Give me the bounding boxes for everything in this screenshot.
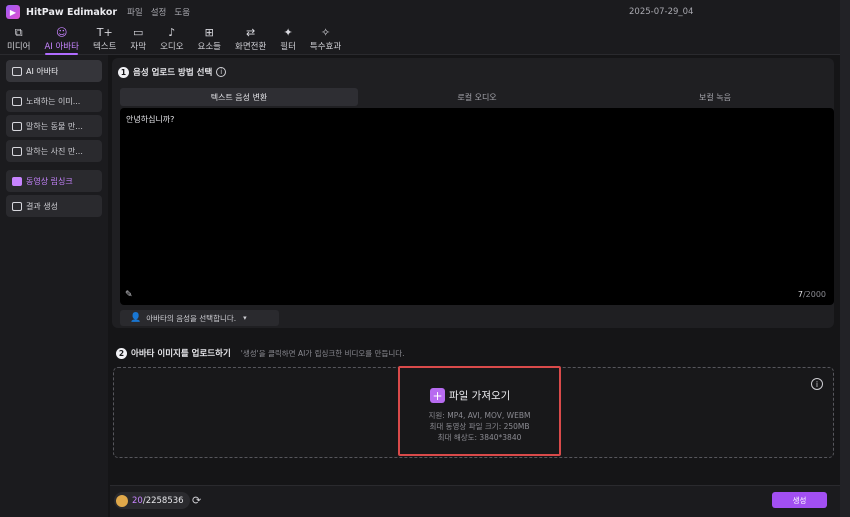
window-edge	[840, 0, 850, 517]
step2-title: 아바타 이미지를 업로드하기	[131, 349, 231, 359]
max-file-size: 최대 동영상 파일 크기: 250MB	[429, 422, 530, 431]
voice-select-label: 아바타의 음성을 선택합니다.	[146, 313, 237, 323]
sidebar-item-icon	[12, 121, 22, 131]
toolbar-tab-label: 특수효과	[309, 42, 342, 52]
sidebar-item-icon	[12, 201, 22, 211]
tab-text-to-speech[interactable]: 텍스트 음성 변환	[120, 88, 358, 106]
toolbar-tab-1[interactable]: ☺ AI 아바타	[37, 24, 85, 55]
subtitle-icon: ▭	[133, 26, 144, 39]
magic-wand-icon[interactable]: ✎	[125, 290, 133, 300]
sidebar-item-label: 결과 생성	[26, 201, 58, 211]
text-icon: T+	[96, 26, 113, 39]
footer-bar: 20 /2258536 ⟳ 생성	[110, 485, 840, 517]
step2-number: 2	[116, 347, 127, 359]
sidebar-item-4[interactable]: 동영상 립싱크	[6, 170, 102, 192]
sidebar-item-2[interactable]: 말하는 동물 만...	[6, 115, 102, 137]
toolbar-tab-label: 자막	[130, 42, 147, 52]
media-icon: ⧉	[14, 26, 23, 39]
toolbar-tab-label: 필터	[280, 42, 296, 52]
step1-number: 1	[118, 66, 129, 78]
tab-local-audio[interactable]: 로컬 오디오	[358, 88, 596, 106]
toolbar-tab-label: 요소들	[197, 42, 221, 52]
sidebar-item-5[interactable]: 결과 생성	[6, 195, 102, 217]
voice-select-dropdown[interactable]: 👤 아바타의 음성을 선택합니다. ▾	[120, 310, 279, 326]
import-file-label: 파일 가져오기	[449, 390, 511, 402]
sidebar-item-icon	[12, 66, 22, 76]
generate-button[interactable]: 생성	[772, 492, 827, 508]
file-dropzone[interactable]: + 파일 가져오기 지원: MP4, AVI, MOV, WEBM 최대 동영상…	[113, 366, 834, 458]
toolbar-tab-8[interactable]: ✧ 특수효과	[303, 24, 348, 55]
voice-method-tabs: 텍스트 음성 변환 로컬 오디오 보컬 녹음	[120, 88, 834, 106]
credits-badge: 20 /2258536	[114, 492, 190, 509]
sidebar-item-icon	[12, 96, 22, 106]
sidebar-item-0[interactable]: AI 아바타	[6, 60, 102, 82]
effects-icon: ✧	[320, 26, 331, 39]
plus-icon: +	[430, 388, 445, 403]
supported-formats: 지원: MP4, AVI, MOV, WEBM	[428, 411, 531, 420]
step1-panel: 1 음성 업로드 방법 선택 i 텍스트 음성 변환 로컬 오디오 보컬 녹음 …	[112, 58, 834, 328]
chevron-down-icon: ▾	[243, 314, 247, 322]
toolbar-tab-6[interactable]: ⇄ 화면전환	[228, 24, 273, 55]
menu-settings[interactable]: 설정	[151, 6, 167, 18]
main-toolbar: ⧉ 미디어 ☺ AI 아바타 T+ 텍스트 ▭ 자막 ♪ 오디오 ⊞ 요소들 ⇄ 화면전환 ✦ 필터 ✧ 특수효과	[0, 24, 840, 55]
toolbar-tab-0[interactable]: ⧉ 미디어	[0, 24, 37, 55]
toolbar-tab-label: 미디어	[7, 42, 31, 52]
sidebar-item-label: 동영상 립싱크	[26, 176, 73, 186]
menu-file[interactable]: 파일	[127, 6, 143, 18]
char-count-max: /2000	[802, 290, 826, 299]
ai-sidebar: AI 아바타노래하는 이미... 말하는 동물 만... 말하는 사진 만... 동영…	[0, 55, 108, 517]
project-name: 2025-07-29_04	[629, 7, 694, 17]
toolbar-tab-label: 텍스트	[92, 42, 117, 52]
sidebar-item-label: 노래하는 이미...	[26, 96, 81, 106]
credits-used: 20	[132, 495, 143, 506]
coin-icon	[116, 494, 128, 507]
toolbar-tab-label: AI 아바타	[44, 42, 79, 52]
menu-bar: 파일 설정 도움	[127, 6, 198, 18]
filter-icon: ✦	[283, 26, 293, 39]
toolbar-tab-3[interactable]: ▭ 자막	[123, 24, 153, 55]
credits-total: /2258536	[142, 495, 184, 506]
info-icon[interactable]: i	[811, 378, 823, 390]
app-logo-icon: ▶	[6, 5, 20, 19]
tab-vocal-recording[interactable]: 보컬 녹음	[596, 88, 834, 106]
sidebar-item-label: 말하는 사진 만...	[26, 146, 83, 156]
max-resolution: 최대 해상도: 3840*3840	[437, 433, 522, 442]
audio-icon: ♪	[168, 26, 176, 39]
import-file-button[interactable]: + 파일 가져오기	[430, 388, 510, 403]
step2-hint: '생성'을 클릭하면 AI가 립싱크한 비디오를 만듭니다.	[240, 348, 405, 358]
main-area: 1 음성 업로드 방법 선택 i 텍스트 음성 변환 로컬 오디오 보컬 녹음 …	[110, 55, 840, 517]
toolbar-tab-2[interactable]: T+ 텍스트	[86, 24, 123, 55]
toolbar-tab-label: 오디오	[160, 42, 184, 52]
elements-icon: ⊞	[204, 26, 214, 39]
toolbar-tab-7[interactable]: ✦ 필터	[273, 24, 303, 55]
menu-help[interactable]: 도움	[174, 6, 190, 18]
refresh-icon[interactable]: ⟳	[192, 494, 201, 507]
app-title: HitPaw Edimakor	[26, 6, 118, 18]
toolbar-tab-5[interactable]: ⊞ 요소들	[191, 24, 228, 55]
sidebar-item-3[interactable]: 말하는 사진 만...	[6, 140, 102, 162]
sidebar-item-label: 말하는 동물 만...	[26, 121, 83, 131]
sidebar-item-icon	[12, 146, 22, 156]
char-count: 7/2000	[798, 290, 826, 299]
toolbar-tab-4[interactable]: ♪ 오디오	[153, 24, 190, 55]
sidebar-item-label: AI 아바타	[26, 66, 59, 76]
step1-title: 음성 업로드 방법 선택	[133, 68, 213, 78]
tts-text-value: 안녕하십니까?	[126, 115, 175, 124]
voice-user-icon: 👤	[130, 313, 142, 323]
sidebar-item-icon	[12, 176, 22, 186]
tts-text-input[interactable]: 안녕하십니까? ✎ 7/2000	[120, 108, 834, 305]
step2-header: 2 아바타 이미지를 업로드하기 '생성'을 클릭하면 AI가 립싱크한 비디오…	[116, 347, 405, 359]
title-bar: ▶ HitPaw Edimakor 파일 설정 도움 2025-07-29_04	[0, 0, 850, 24]
toolbar-tab-label: 화면전환	[235, 42, 267, 52]
transition-icon: ⇄	[246, 26, 256, 39]
step1-header: 1 음성 업로드 방법 선택 i	[118, 66, 227, 78]
sidebar-item-1[interactable]: 노래하는 이미...	[6, 90, 102, 112]
info-icon[interactable]: i	[216, 67, 227, 77]
ai-avatar-icon: ☺	[55, 26, 68, 39]
